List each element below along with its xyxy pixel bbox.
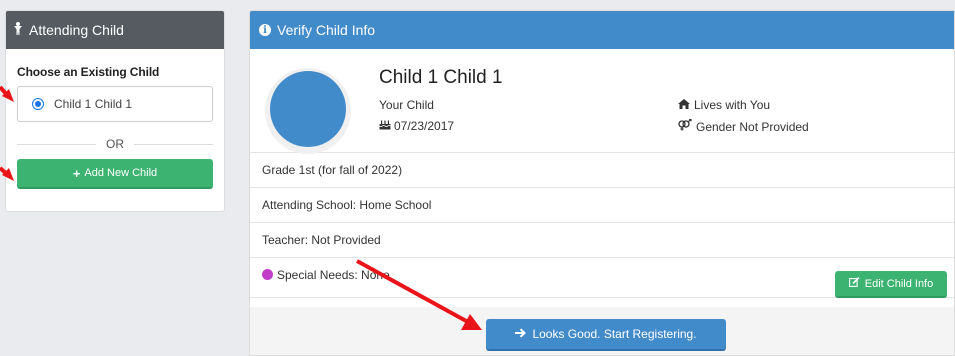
or-text: OR <box>106 137 124 151</box>
arrow-right-icon <box>515 327 527 341</box>
choose-existing-label: Choose an Existing Child <box>17 65 160 79</box>
teacher-text: Teacher: Not Provided <box>262 233 381 247</box>
grade-text: Grade 1st (for fall of 2022) <box>262 163 403 177</box>
school-row: Attending School: Home School <box>250 188 954 223</box>
radio-selected-icon[interactable] <box>32 98 44 110</box>
child-name: Child 1 Child 1 <box>379 67 503 88</box>
attending-child-header: Attending Child <box>6 11 224 49</box>
child-profile: Child 1 Child 1 Your Child 07/23/2017 Li… <box>250 49 954 154</box>
home-icon <box>678 98 690 112</box>
start-registering-button[interactable]: Looks Good. Start Registering. <box>486 319 726 351</box>
attending-child-panel: Attending Child Choose an Existing Child… <box>5 10 225 212</box>
special-needs-row: Special Needs: None Edit Child Info <box>250 258 954 298</box>
add-new-child-button[interactable]: + Add New Child <box>17 159 213 189</box>
edit-icon <box>848 276 860 290</box>
plus-icon: + <box>72 165 81 181</box>
avatar <box>270 71 346 147</box>
birthdate-text: 07/23/2017 <box>394 119 455 133</box>
verify-child-panel: i Verify Child Info Child 1 Child 1 Your… <box>249 10 955 356</box>
gender-status: Gender Not Provided <box>678 118 809 134</box>
start-registering-label: Looks Good. Start Registering. <box>532 327 697 341</box>
verify-child-title: Verify Child Info <box>277 22 376 38</box>
birthdate: 07/23/2017 <box>379 119 454 133</box>
verify-child-header: i Verify Child Info <box>250 11 954 49</box>
birthday-cake-icon <box>379 119 391 133</box>
edit-child-info-button[interactable]: Edit Child Info <box>835 271 947 298</box>
or-divider: OR <box>17 137 213 151</box>
existing-child-option[interactable]: Child 1 Child 1 <box>17 86 213 122</box>
panel-footer: Looks Good. Start Registering. <box>250 307 954 355</box>
attending-child-title: Attending Child <box>29 22 124 38</box>
special-needs-text: Special Needs: None <box>277 268 390 282</box>
edit-child-info-label: Edit Child Info <box>864 277 934 290</box>
special-needs-icon <box>262 269 273 280</box>
gender-icon <box>678 118 692 134</box>
school-text: Attending School: Home School <box>262 198 432 212</box>
info-icon: i <box>259 24 271 36</box>
living-status: Lives with You <box>678 98 770 112</box>
teacher-row: Teacher: Not Provided <box>250 223 954 258</box>
existing-child-name: Child 1 Child 1 <box>54 97 133 111</box>
add-new-child-label: Add New Child <box>84 167 158 179</box>
child-icon <box>13 21 23 39</box>
grade-row: Grade 1st (for fall of 2022) <box>250 153 954 188</box>
living-status-text: Lives with You <box>694 98 771 112</box>
relationship-text: Your Child <box>379 98 434 112</box>
gender-text: Gender Not Provided <box>696 119 809 134</box>
